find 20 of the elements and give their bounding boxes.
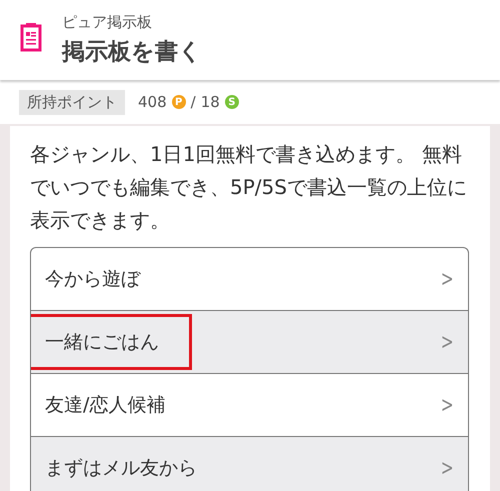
genre-label: まずはメル友から	[44, 456, 198, 481]
s-points-value: 18	[200, 93, 220, 111]
bulletin-board-icon	[20, 22, 42, 52]
separator: /	[190, 93, 196, 111]
genre-label: 友達/恋人候補	[44, 393, 166, 418]
chevron-icon: >	[440, 266, 454, 292]
points-label: 所持ポイント	[19, 90, 125, 114]
p-points-value: 408	[138, 93, 167, 111]
s-badge: S	[224, 95, 239, 109]
chevron-icon: >	[440, 392, 454, 418]
chevron-icon: >	[440, 330, 454, 354]
p-badge: P	[172, 95, 186, 109]
chevron-icon: >	[440, 456, 454, 480]
page-title: 掲示板を書く	[62, 38, 202, 67]
header-subtitle: ピュア掲示板	[62, 13, 153, 32]
genre-label: 今から遊ぼ	[44, 267, 142, 292]
genre-row[interactable]: まずはメル友から >	[31, 437, 468, 491]
genre-row[interactable]: 一緒にごはん >	[31, 311, 468, 374]
intro-text: 各ジャンル、1日1回無料で書き込めます。 無料でいつでも編集でき、5P/5Sで書込一覧の上位に表示できます。	[30, 141, 468, 234]
genre-label: 一緒にごはん	[31, 314, 192, 370]
